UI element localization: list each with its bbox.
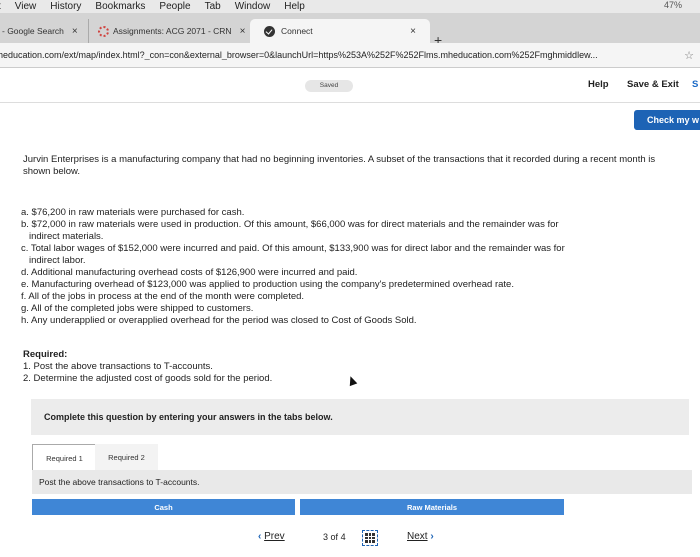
close-icon[interactable]: × [410,26,416,37]
check-my-work-button[interactable]: Check my w [634,110,700,130]
close-icon[interactable]: × [240,26,246,37]
item-line: a. $76,200 in raw materials were purchas… [21,207,245,218]
required-item-1: 1. Post the above transactions to T-acco… [23,361,213,372]
menu-people[interactable]: People [159,1,190,12]
item-line-continued: indirect materials. [29,231,104,242]
help-button[interactable]: Help [588,79,609,90]
list-item: b. $72,000 in raw materials were used in… [21,219,681,243]
next-button[interactable]: Next › [407,531,434,542]
tab-required-1[interactable]: Required 1 [32,444,97,471]
item-line: h. Any underapplied or overapplied overh… [21,315,417,326]
url-text[interactable]: heducation.com/ext/map/index.html?_con=c… [0,50,674,60]
bookmark-star-icon[interactable]: ☆ [684,49,694,62]
browser-tab-assignments[interactable]: Assignments: ACG 2071 - CRN × [90,19,250,43]
item-line: f. All of the jobs in process at the end… [21,291,305,302]
question-grid-icon[interactable] [362,530,378,546]
chevron-right-icon: › [427,531,434,542]
page-current: 3 [323,532,329,542]
tab-instruction: Post the above transactions to T-account… [32,470,692,494]
t-account-header-raw-materials: Raw Materials [300,499,564,515]
transaction-list: a. $76,200 in raw materials were purchas… [21,207,681,327]
close-icon[interactable]: × [72,26,78,37]
site-favicon-icon [98,25,109,37]
instructions-banner: Complete this question by entering your … [31,399,689,435]
page-indicator: 3 of 4 [323,532,346,542]
mouse-cursor-icon [346,374,358,387]
list-item: e. Manufacturing overhead of $123,000 wa… [21,279,681,291]
page-total: 4 [340,532,346,542]
list-item: f. All of the jobs in process at the end… [21,291,681,303]
prev-button[interactable]: ‹ Prev [258,531,285,542]
menu-view[interactable]: View [15,1,37,12]
page-of: of [330,532,339,542]
os-menubar: t View History Bookmarks People Tab Wind… [0,0,700,13]
tab-label: - Google Search [2,26,64,36]
required-item-2: 2. Determine the adjusted cost of goods … [23,373,273,384]
app-header: Saved Help Save & Exit S [0,68,700,103]
browser-tab-strip: - Google Search × Assignments: ACG 2071 … [0,13,700,48]
item-line: b. $72,000 in raw materials were used in… [21,219,559,230]
prev-label: Prev [264,531,285,542]
next-label: Next [407,531,428,542]
item-line-continued: indirect labor. [29,255,86,266]
browser-tab-connect[interactable]: Connect × [250,19,430,43]
item-line: g. All of the completed jobs were shippe… [21,303,254,314]
item-line: e. Manufacturing overhead of $123,000 wa… [21,279,514,290]
required-section: Required: 1. Post the above transactions… [23,349,272,385]
item-line: d. Additional manufacturing overhead cos… [21,267,358,278]
list-item: a. $76,200 in raw materials were purchas… [21,207,681,219]
required-tabs: Required 1 Required 2 [32,444,692,471]
t-account-header-cash: Cash [32,499,295,515]
required-heading: Required: [23,349,68,360]
menu-help[interactable]: Help [284,1,305,12]
list-item: c. Total labor wages of $152,000 were in… [21,243,681,267]
menu-tab[interactable]: Tab [205,1,221,12]
menu-window[interactable]: Window [235,1,271,12]
menu-item[interactable]: t [0,1,1,12]
tab-required-2[interactable]: Required 2 [95,444,158,470]
save-exit-button[interactable]: Save & Exit [627,79,679,90]
browser-tab-google[interactable]: - Google Search × [0,19,89,43]
tab-label: Connect [281,26,313,36]
menu-history[interactable]: History [50,1,81,12]
list-item: d. Additional manufacturing overhead cos… [21,267,681,279]
tab-label: Assignments: ACG 2071 - CRN [113,26,232,36]
address-bar[interactable]: heducation.com/ext/map/index.html?_con=c… [0,43,700,68]
list-item: h. Any underapplied or overapplied overh… [21,315,681,327]
item-line: c. Total labor wages of $152,000 were in… [21,243,565,254]
menu-bookmarks[interactable]: Bookmarks [95,1,145,12]
question-intro: Jurvin Enterprises is a manufacturing co… [23,154,656,177]
battery-status: 47% [663,0,682,10]
saved-status-badge: Saved [305,80,353,92]
submit-button[interactable]: S [692,79,698,90]
pagination: ‹ Prev 3 of 4 Next › [0,530,700,550]
list-item: g. All of the completed jobs were shippe… [21,303,681,315]
connect-favicon-icon [264,25,275,37]
